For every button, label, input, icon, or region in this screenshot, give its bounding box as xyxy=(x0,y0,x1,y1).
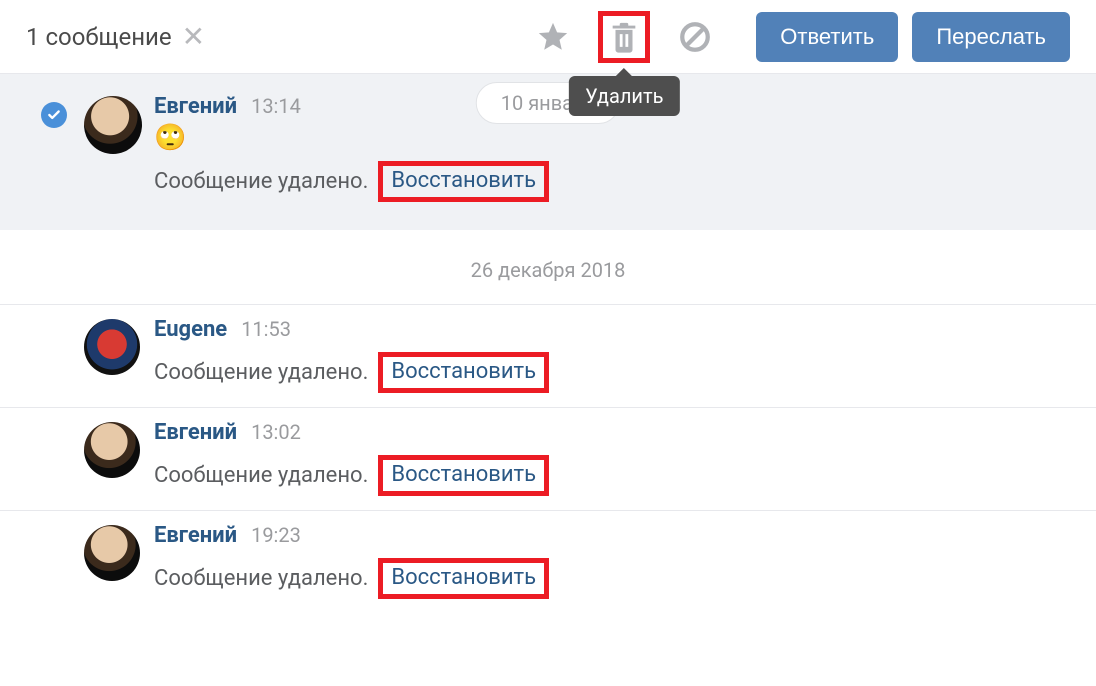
deleted-text: Сообщение удалено. xyxy=(154,360,368,385)
message-time: 13:14 xyxy=(251,94,301,118)
star-icon[interactable] xyxy=(536,20,570,54)
restore-highlight: Восстановить xyxy=(378,352,549,393)
forward-button[interactable]: Переслать xyxy=(912,12,1070,62)
message-time: 19:23 xyxy=(251,523,301,547)
restore-link[interactable]: Восстановить xyxy=(391,359,536,384)
selection-count: 1 сообщение xyxy=(26,23,172,51)
sender-name[interactable]: Евгений xyxy=(154,523,237,548)
restore-highlight: Восстановить xyxy=(378,455,549,496)
spam-icon[interactable] xyxy=(678,20,712,54)
message-thread: 10 января Евгений 13:14 🙄 Сообщение удал… xyxy=(0,74,1096,613)
avatar[interactable] xyxy=(84,319,140,375)
restore-highlight: Восстановить xyxy=(378,558,549,599)
restore-highlight: Восстановить xyxy=(378,161,549,202)
restore-link[interactable]: Восстановить xyxy=(391,565,536,590)
avatar[interactable] xyxy=(84,96,142,154)
message-time: 13:02 xyxy=(251,420,301,444)
restore-link[interactable]: Восстановить xyxy=(391,168,536,193)
sender-name[interactable]: Евгений xyxy=(154,94,237,119)
sender-name[interactable]: Eugene xyxy=(154,317,227,342)
delete-button-highlight: Удалить xyxy=(598,11,650,63)
message-emoji: 🙄 xyxy=(154,125,1072,151)
restore-link[interactable]: Восстановить xyxy=(391,462,536,487)
clear-selection-icon[interactable]: ✕ xyxy=(182,23,205,51)
deleted-text: Сообщение удалено. xyxy=(154,463,368,488)
sender-name[interactable]: Евгений xyxy=(154,420,237,445)
message-row[interactable]: 10 января Евгений 13:14 🙄 Сообщение удал… xyxy=(0,74,1096,230)
delete-tooltip: Удалить xyxy=(569,76,679,116)
deleted-text: Сообщение удалено. xyxy=(154,169,368,194)
date-divider: 26 декабря 2018 xyxy=(0,230,1096,304)
reply-button[interactable]: Ответить xyxy=(756,12,898,62)
message-row[interactable]: Евгений 19:23 Сообщение удалено. Восстан… xyxy=(0,510,1096,613)
avatar[interactable] xyxy=(84,422,140,478)
selection-toolbar: 1 сообщение ✕ Удалить Ответить Переслать xyxy=(0,0,1096,74)
deleted-text: Сообщение удалено. xyxy=(154,566,368,591)
trash-icon[interactable] xyxy=(607,20,641,54)
message-time: 11:53 xyxy=(241,317,291,341)
message-row[interactable]: Eugene 11:53 Сообщение удалено. Восстано… xyxy=(0,304,1096,407)
avatar[interactable] xyxy=(84,525,140,581)
selected-check-icon[interactable] xyxy=(41,102,67,128)
message-row[interactable]: Евгений 13:02 Сообщение удалено. Восстан… xyxy=(0,407,1096,510)
